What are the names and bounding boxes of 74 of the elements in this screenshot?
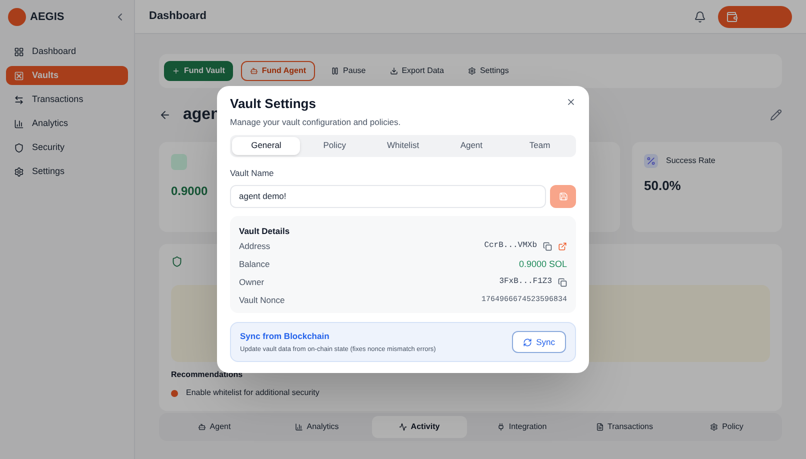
robot-icon — [250, 67, 258, 75]
plug-icon — [496, 423, 505, 431]
recommendation-text: Enable whitelist for additional security — [186, 387, 320, 399]
download-icon — [390, 67, 398, 75]
wallet-button[interactable] — [718, 6, 792, 28]
dialog-tab[interactable]: Policy — [300, 136, 369, 155]
sidebar-item[interactable]: Settings — [6, 162, 128, 181]
arrows-icon — [14, 94, 24, 104]
detail-value: 3FxB...F1Z3 — [499, 276, 552, 288]
grid-icon — [14, 46, 24, 56]
sidebar-item[interactable]: Security — [6, 138, 128, 157]
sidebar-item[interactable]: Analytics — [6, 114, 128, 133]
field-label: Vault Name — [230, 166, 275, 180]
detail-label: Address — [239, 240, 270, 253]
pause-icon — [331, 67, 340, 75]
edit-icon[interactable] — [770, 109, 782, 121]
dialog-subtitle: Manage your vault configuration and policies. — [230, 116, 402, 129]
percent-icon — [644, 154, 658, 168]
toolbar-button[interactable]: Fund Agent — [240, 61, 316, 81]
refresh-icon — [523, 338, 532, 347]
section-tab[interactable]: Policy — [680, 416, 774, 438]
details-title: Vault Details — [239, 224, 291, 238]
settings-icon — [710, 423, 718, 431]
section-tab[interactable]: Transactions — [577, 416, 672, 438]
balance-value: 0.9000 — [171, 183, 208, 200]
success-value: 50.0% — [644, 177, 682, 195]
document-icon — [596, 423, 604, 431]
vault-icon — [14, 70, 24, 80]
detail-label: Vault Nonce — [239, 294, 285, 307]
close-button[interactable] — [565, 96, 577, 108]
shield-icon — [171, 256, 183, 268]
detail-value: CcrB...VMXb — [484, 240, 537, 252]
recommendations-title: Recommendations — [171, 369, 243, 381]
dialog-title: Vault Settings — [230, 96, 316, 112]
copy-icon[interactable] — [558, 278, 567, 287]
bar-chart-icon — [294, 423, 303, 431]
back-icon[interactable] — [159, 109, 171, 121]
copy-icon[interactable] — [543, 242, 552, 251]
toolbar-button[interactable]: Fund Vault — [164, 61, 233, 81]
sync-button[interactable]: Sync — [512, 331, 566, 354]
detail-value: 0.9000 SOL — [518, 258, 567, 270]
activity-icon — [398, 423, 407, 431]
sidebar-item[interactable]: Dashboard — [6, 42, 128, 61]
save-icon — [558, 192, 568, 200]
logo-icon — [8, 8, 26, 26]
card-label: Success Rate — [666, 155, 716, 167]
bell-icon[interactable] — [694, 10, 706, 22]
toolbar-button[interactable]: Settings — [460, 61, 517, 81]
vault-name-input[interactable]: agent demo! — [230, 184, 546, 208]
robot-icon — [198, 423, 206, 431]
sync-title: Sync from Blockchain — [240, 330, 330, 342]
page-title: Dashboard — [149, 9, 206, 24]
toolbar-button[interactable]: Pause — [323, 61, 374, 81]
logo-text: AEGIS — [30, 10, 64, 25]
dialog-tab[interactable]: Agent — [437, 136, 506, 155]
dialog-tab[interactable]: Team — [506, 136, 574, 155]
settings-icon — [468, 67, 476, 75]
plus-icon — [172, 67, 180, 75]
dialog-tab[interactable]: General — [232, 136, 300, 155]
alert-icon — [171, 390, 178, 396]
toolbar-button[interactable]: Export Data — [382, 61, 452, 81]
external-link-icon[interactable] — [558, 242, 567, 251]
sidebar-item[interactable]: Transactions — [6, 90, 128, 109]
section-tab[interactable]: Integration — [474, 416, 569, 438]
section-tab[interactable]: Analytics — [270, 416, 364, 438]
settings-icon — [14, 166, 24, 176]
section-tab[interactable]: Activity — [372, 416, 466, 438]
dialog-tab[interactable]: Whitelist — [368, 136, 438, 155]
section-tab[interactable]: Agent — [167, 416, 262, 438]
bar-chart-icon — [14, 118, 24, 128]
shield-icon — [14, 142, 24, 152]
close-icon — [566, 97, 576, 107]
detail-label: Owner — [239, 276, 264, 289]
detail-label: Balance — [239, 258, 270, 271]
